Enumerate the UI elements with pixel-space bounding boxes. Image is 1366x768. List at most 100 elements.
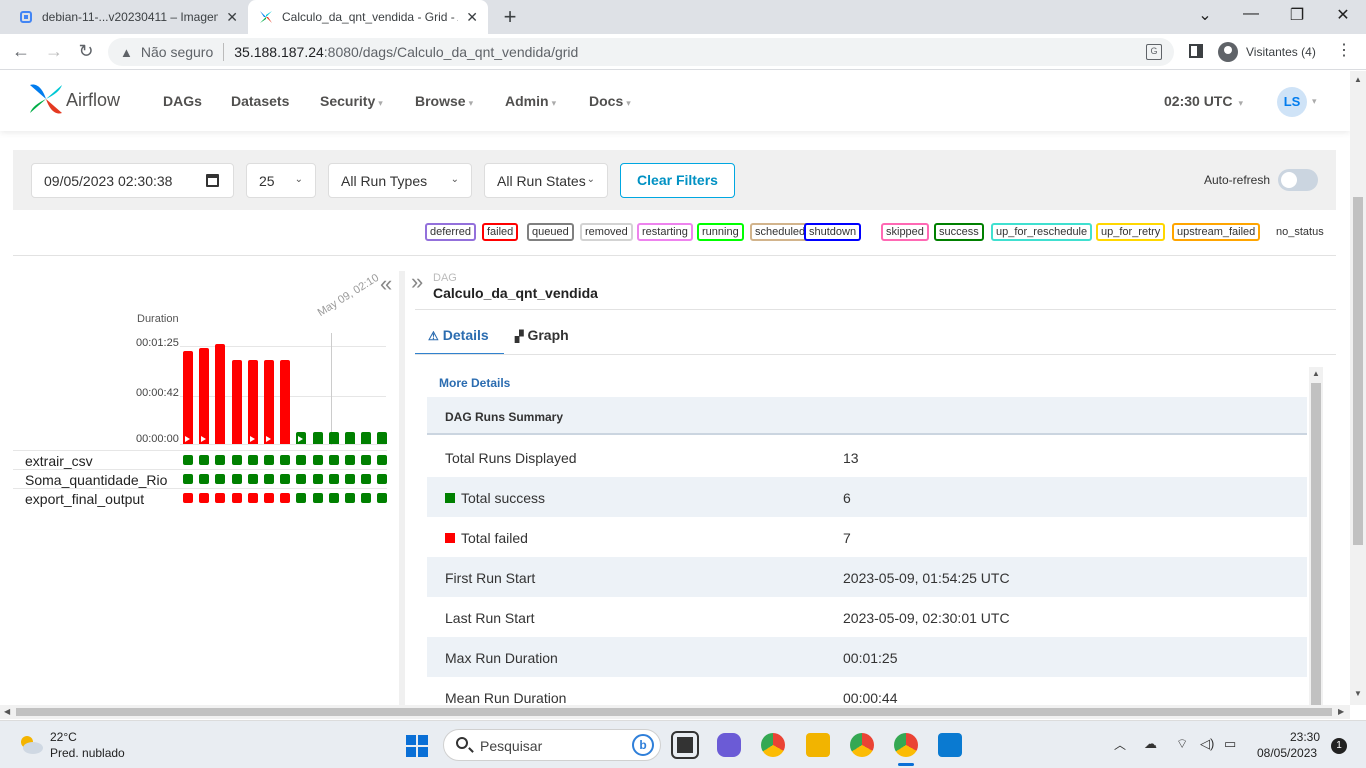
task-row-export_final_output[interactable]: export_final_output <box>13 488 387 507</box>
task-instance-cell[interactable] <box>377 493 387 503</box>
reload-button[interactable]: ↻ <box>75 41 97 62</box>
task-view-icon[interactable] <box>671 731 699 759</box>
notification-badge[interactable]: 1 <box>1331 738 1347 754</box>
chrome-active-icon[interactable] <box>894 733 918 757</box>
task-instance-cell[interactable] <box>345 474 355 484</box>
task-instance-cell[interactable] <box>296 493 306 503</box>
task-instance-cell[interactable] <box>232 493 242 503</box>
task-instance-cell[interactable] <box>313 474 323 484</box>
legend-success[interactable]: success <box>934 223 984 241</box>
task-instance-cell[interactable] <box>264 474 274 484</box>
scroll-thumb[interactable] <box>16 708 1332 716</box>
tab-graph[interactable]: ▞ Graph <box>515 327 569 343</box>
browser-tab-airflow[interactable]: Calculo_da_qnt_vendida - Grid - Airflow … <box>248 0 488 34</box>
num-runs-select[interactable]: 25 ⌄ <box>246 163 316 198</box>
task-instance-cell[interactable] <box>264 493 274 503</box>
vscode-icon[interactable] <box>938 733 962 757</box>
run-type-select[interactable]: All Run Types ⌄ <box>328 163 472 198</box>
task-instance-cell[interactable] <box>377 474 387 484</box>
cloud-icon[interactable]: ☁ <box>1144 736 1157 752</box>
tab-search-icon[interactable]: ⌄ <box>1190 5 1220 25</box>
bing-icon[interactable]: b <box>632 734 654 756</box>
details-scrollbar[interactable]: ▲ <box>1309 367 1323 705</box>
page-horizontal-scrollbar[interactable]: ◀ ▶ <box>0 705 1350 719</box>
airflow-logo-icon[interactable] <box>28 81 64 117</box>
task-row-extrair_csv[interactable]: extrair_csv <box>13 450 387 469</box>
volume-icon[interactable]: ◁) <box>1200 736 1214 752</box>
legend-removed[interactable]: removed <box>580 223 633 241</box>
panel-resize-handle[interactable] <box>399 271 405 705</box>
task-instance-cell[interactable] <box>296 455 306 465</box>
run-duration-bar[interactable] <box>215 344 225 444</box>
task-instance-cell[interactable] <box>280 493 290 503</box>
legend-queued[interactable]: queued <box>527 223 574 241</box>
close-tab-icon[interactable]: ✕ <box>226 9 238 26</box>
expand-grid-icon[interactable]: » <box>411 269 423 295</box>
scroll-thumb[interactable] <box>1353 197 1363 545</box>
scroll-left-icon[interactable]: ◀ <box>4 707 10 716</box>
chrome-profile-icon[interactable] <box>761 733 785 757</box>
task-instance-cell[interactable] <box>248 455 258 465</box>
scroll-up-icon[interactable]: ▲ <box>1354 75 1362 84</box>
wifi-icon[interactable]: ⌔ <box>1176 736 1188 752</box>
run-duration-bar[interactable] <box>377 432 387 444</box>
run-duration-bar[interactable] <box>183 351 193 444</box>
weather-condition[interactable]: Pred. nublado <box>50 746 125 760</box>
legend-shutdown[interactable]: shutdown <box>804 223 862 241</box>
legend-upstream-failed[interactable]: upstream_failed <box>1172 223 1261 241</box>
back-button[interactable]: ← <box>10 41 32 62</box>
task-instance-cell[interactable] <box>183 474 193 484</box>
address-bar[interactable]: ▲ Não seguro 35.188.187.24:8080/dags/Cal… <box>108 38 1174 66</box>
forward-button[interactable]: → <box>43 41 65 62</box>
legend-deferred[interactable]: deferred <box>425 223 476 241</box>
task-name[interactable]: Soma_quantidade_Rio <box>25 472 167 488</box>
more-details-link[interactable]: More Details <box>439 376 510 390</box>
legend-up-for-retry[interactable]: up_for_retry <box>1096 223 1166 241</box>
task-instance-cell[interactable] <box>329 474 339 484</box>
legend-scheduled[interactable]: scheduled <box>750 223 811 241</box>
task-instance-cell[interactable] <box>329 493 339 503</box>
windows-start-icon[interactable] <box>406 735 428 757</box>
task-instance-cell[interactable] <box>264 455 274 465</box>
nav-datasets[interactable]: Datasets <box>231 93 289 109</box>
task-instance-cell[interactable] <box>183 493 193 503</box>
collapse-details-icon[interactable]: « <box>380 271 392 297</box>
auto-refresh-toggle[interactable] <box>1278 169 1318 191</box>
close-window-button[interactable]: ✕ <box>1328 5 1358 25</box>
run-duration-bar[interactable] <box>199 348 209 444</box>
run-duration-bar[interactable] <box>280 360 290 444</box>
task-name[interactable]: extrair_csv <box>25 453 93 469</box>
task-name[interactable]: export_final_output <box>25 491 144 507</box>
task-instance-cell[interactable] <box>215 493 225 503</box>
task-instance-cell[interactable] <box>199 474 209 484</box>
cloud-sun-icon[interactable] <box>18 733 44 755</box>
new-tab-button[interactable]: + <box>498 4 522 30</box>
profile-button[interactable]: Visitantes (4) <box>1214 40 1326 64</box>
clock-time[interactable]: 23:30 <box>1290 730 1320 744</box>
user-avatar[interactable]: LS <box>1277 87 1307 117</box>
translate-icon[interactable]: G <box>1146 44 1162 60</box>
nav-browse[interactable]: Browse ▾ <box>415 93 473 109</box>
run-duration-bar[interactable] <box>345 432 355 444</box>
tab-details[interactable]: ⚠ Details <box>415 317 504 355</box>
side-panel-icon[interactable] <box>1189 44 1203 58</box>
task-instance-cell[interactable] <box>361 474 371 484</box>
weather-temp[interactable]: 22°C <box>50 730 77 744</box>
legend-no-status[interactable]: no_status <box>1271 223 1329 241</box>
run-duration-bar[interactable] <box>361 432 371 444</box>
task-instance-cell[interactable] <box>232 474 242 484</box>
taskbar-search[interactable]: Pesquisar b <box>443 729 661 761</box>
run-duration-bar[interactable] <box>264 360 274 444</box>
task-instance-cell[interactable] <box>313 493 323 503</box>
run-duration-bar[interactable] <box>248 360 258 444</box>
minimize-window-button[interactable]: — <box>1236 5 1266 23</box>
scroll-up-icon[interactable]: ▲ <box>1312 369 1320 378</box>
file-explorer-icon[interactable] <box>806 733 830 757</box>
task-instance-cell[interactable] <box>329 455 339 465</box>
task-instance-cell[interactable] <box>280 474 290 484</box>
task-instance-cell[interactable] <box>313 455 323 465</box>
scroll-thumb[interactable] <box>1311 383 1321 705</box>
teams-chat-icon[interactable] <box>717 733 741 757</box>
task-instance-cell[interactable] <box>296 474 306 484</box>
calendar-icon[interactable] <box>206 174 219 187</box>
